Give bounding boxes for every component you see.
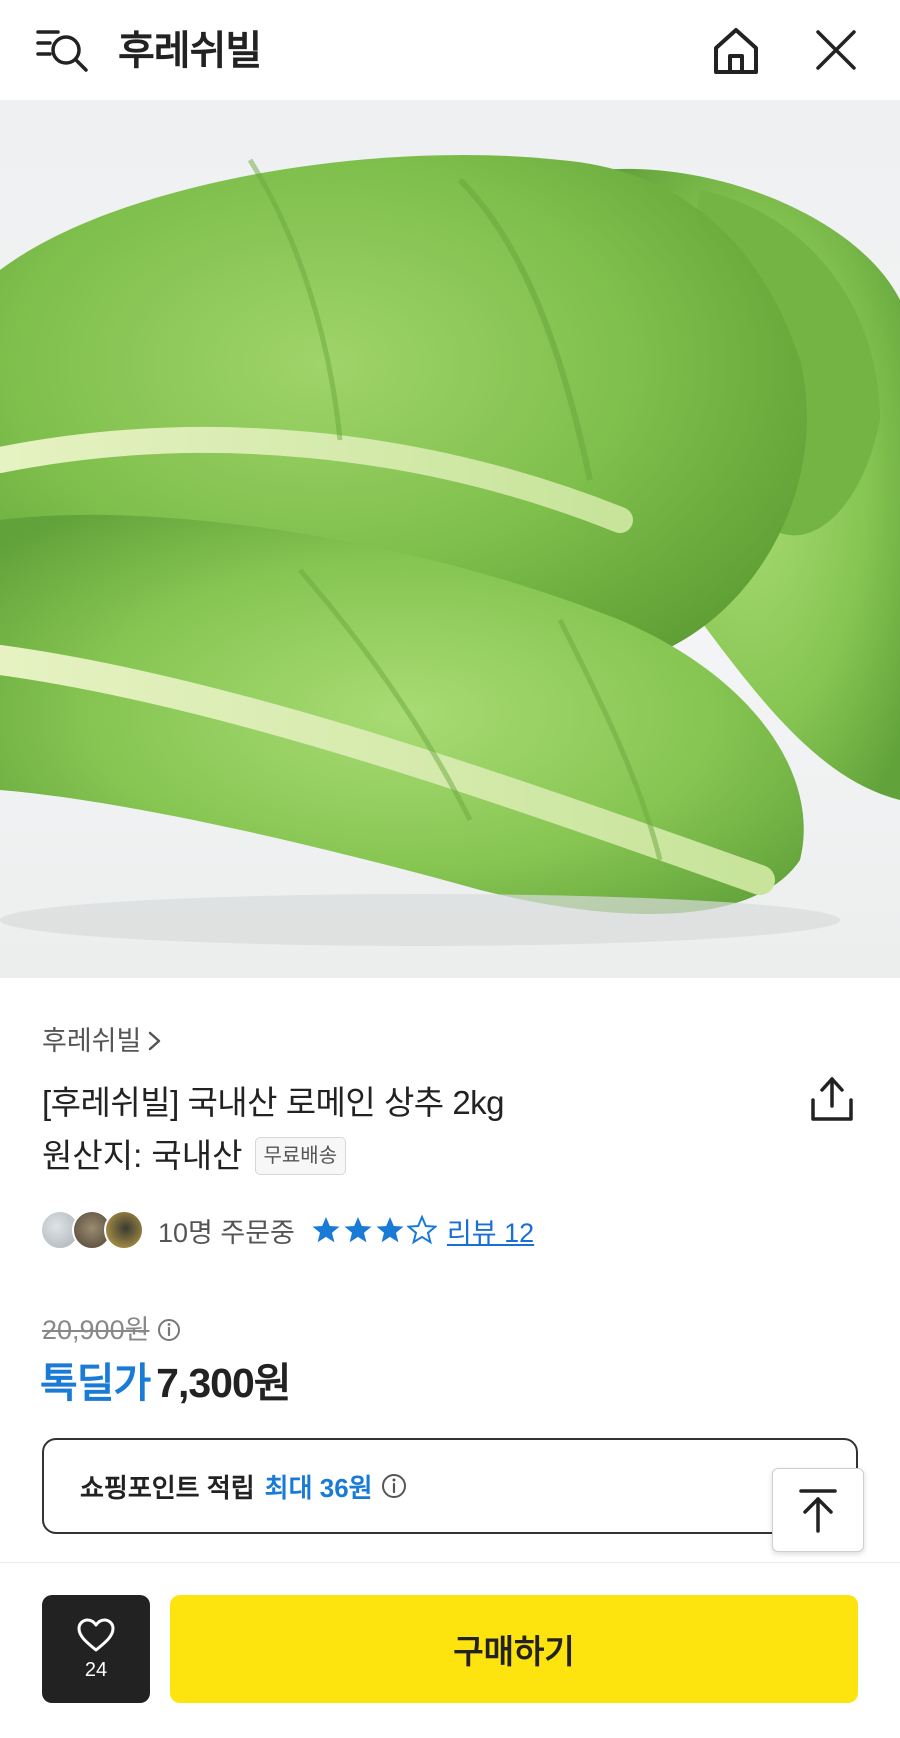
scroll-to-top-button[interactable] xyxy=(772,1468,864,1552)
original-price-row: 20,900원 xyxy=(42,1312,181,1348)
original-price: 20,900원 xyxy=(42,1315,150,1345)
star-empty-icon xyxy=(406,1215,437,1245)
page-title: 후레쉬빌 xyxy=(118,29,262,73)
deal-label: 톡딜가 xyxy=(40,1360,151,1406)
like-button[interactable]: 24 xyxy=(42,1595,150,1703)
rating-stars xyxy=(311,1215,437,1245)
brand-link[interactable]: 후레쉬빌 xyxy=(42,1024,163,1058)
deal-price-row: 톡딜가 7,300원 xyxy=(40,1356,292,1410)
top-header: 후레쉬빌 xyxy=(0,0,900,100)
points-label: 쇼핑포인트 적립 xyxy=(80,1472,255,1503)
like-count: 24 xyxy=(84,1658,108,1681)
heart-icon xyxy=(77,1618,115,1651)
chevron-right-icon xyxy=(149,1031,161,1051)
home-icon[interactable] xyxy=(708,22,764,78)
avatar xyxy=(104,1210,144,1250)
search-menu-icon[interactable] xyxy=(36,26,92,76)
social-proof-row: 10명 주문중 리뷰 12 xyxy=(40,1208,534,1252)
order-count: 10명 주문중 xyxy=(158,1217,295,1248)
deal-price: 7,300원 xyxy=(156,1360,291,1406)
buy-button[interactable]: 구매하기 xyxy=(170,1595,858,1703)
review-link[interactable]: 리뷰 12 xyxy=(447,1211,534,1250)
share-icon[interactable] xyxy=(808,1074,856,1124)
star-filled-icon xyxy=(376,1217,404,1243)
origin-text: 원산지: 국내산 xyxy=(42,1137,243,1174)
product-title: [후레쉬빌] 국내산 로메인 상추 2kg xyxy=(42,1084,505,1121)
points-value: 최대 36원 xyxy=(264,1472,373,1503)
shopping-points-box[interactable]: 쇼핑포인트 적립 최대 36원 xyxy=(42,1438,858,1534)
product-image[interactable] xyxy=(0,100,900,978)
origin-row: 원산지: 국내산 무료배송 xyxy=(42,1135,347,1177)
brand-name: 후레쉬빌 xyxy=(42,1026,142,1056)
arrow-up-icon xyxy=(799,1489,837,1533)
free-shipping-badge: 무료배송 xyxy=(254,1137,347,1175)
info-icon[interactable] xyxy=(381,1473,407,1499)
buyer-avatars xyxy=(40,1208,148,1252)
star-filled-icon xyxy=(344,1217,372,1243)
bottom-action-bar: 24 구매하기 xyxy=(0,1562,900,1738)
star-filled-icon xyxy=(312,1217,340,1243)
info-icon[interactable] xyxy=(157,1318,181,1342)
close-icon[interactable] xyxy=(810,24,862,76)
